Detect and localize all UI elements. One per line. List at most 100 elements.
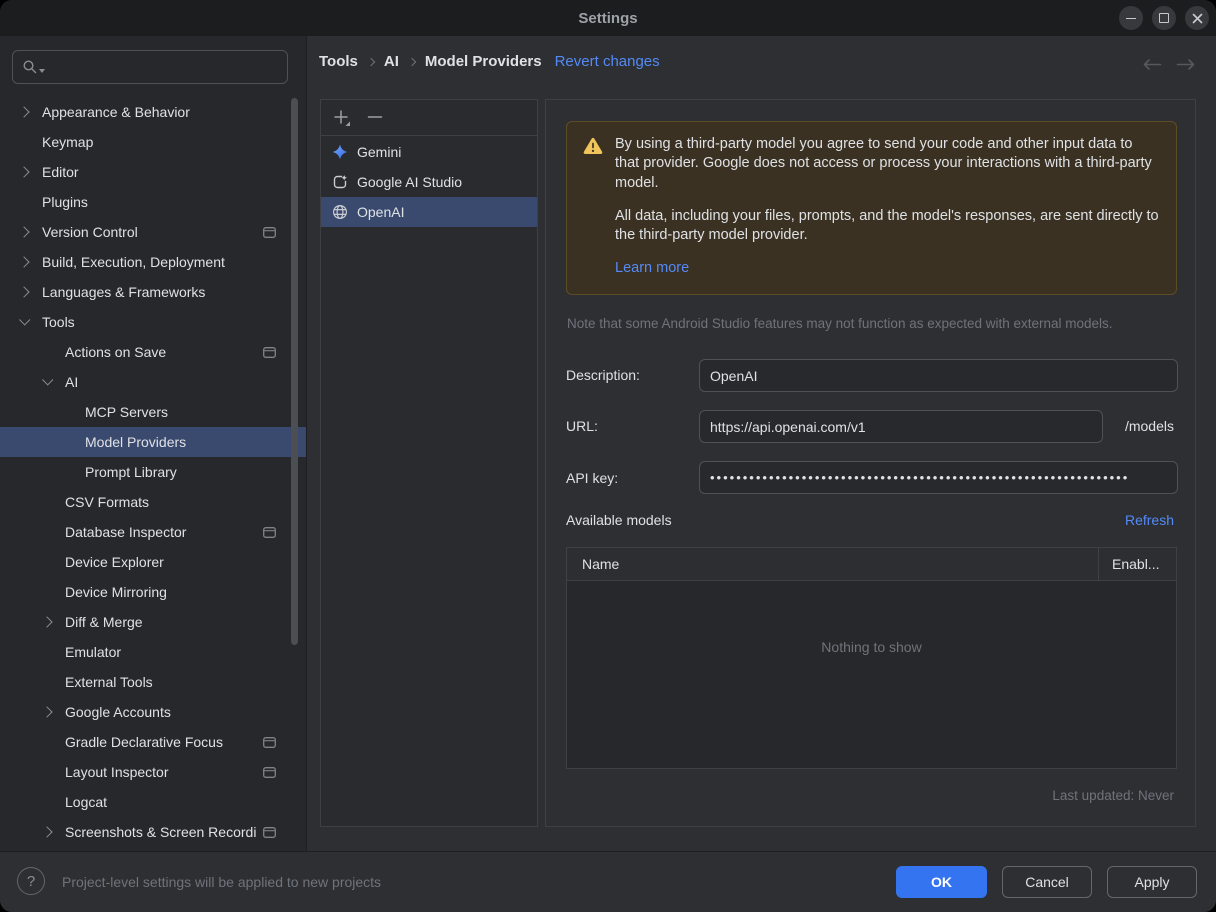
warning-paragraph-1: By using a third-party model you agree t… (615, 135, 1160, 193)
gemini-icon (332, 144, 348, 160)
sidebar-item-label: Keymap (42, 134, 93, 150)
sidebar-item-google-accounts[interactable]: Google Accounts (0, 697, 306, 727)
third-party-warning-banner: By using a third-party model you agree t… (566, 121, 1177, 295)
external-models-note: Note that some Android Studio features m… (567, 316, 1113, 331)
minus-icon (367, 109, 383, 127)
chevron-right-icon[interactable] (18, 256, 29, 267)
sidebar-item-label: Build, Execution, Deployment (42, 254, 225, 270)
chevron-right-icon[interactable] (18, 166, 29, 177)
learn-more-link[interactable]: Learn more (615, 259, 689, 278)
forward-arrow-icon[interactable] (1176, 58, 1196, 71)
search-icon (22, 59, 38, 75)
sidebar-item-appearance-behavior[interactable]: Appearance & Behavior (0, 97, 306, 127)
sidebar-item-actions-on-save[interactable]: Actions on Save (0, 337, 306, 367)
models-table-body: Nothing to show (567, 581, 1176, 768)
sidebar-item-label: Actions on Save (65, 344, 166, 360)
sidebar-item-prompt-library[interactable]: Prompt Library (0, 457, 306, 487)
chevron-right-icon[interactable] (18, 106, 29, 117)
settings-tree: Appearance & Behavior Keymap EditorPlugins… (0, 97, 306, 847)
provider-label: Gemini (357, 144, 401, 160)
chevron-slot (20, 168, 42, 176)
chevron-down-icon[interactable] (42, 374, 53, 385)
sidebar-item-mcp-servers[interactable]: MCP Servers (0, 397, 306, 427)
providers-panel: Gemini Google AI Studio OpenAI (320, 99, 538, 827)
dialog-buttons: OK Cancel Apply (896, 866, 1197, 898)
available-models-heading: Available models (566, 512, 672, 528)
sidebar-item-model-providers[interactable]: Model Providers (0, 427, 306, 457)
chevron-slot (43, 618, 65, 626)
sidebar-item-label: AI (65, 374, 78, 390)
sidebar-item-label: Layout Inspector (65, 764, 169, 780)
aistudio-icon (332, 174, 348, 190)
sidebar-item-gradle-declarative-focus[interactable]: Gradle Declarative Focus (0, 727, 306, 757)
search-input[interactable] (51, 58, 287, 76)
provider-list: Gemini Google AI Studio OpenAI (321, 136, 537, 227)
cancel-button[interactable]: Cancel (1002, 866, 1092, 898)
sidebar-item-logcat[interactable]: Logcat (0, 787, 306, 817)
settings-search-box[interactable] (12, 50, 288, 84)
chevron-right-icon[interactable] (18, 226, 29, 237)
breadcrumb-tools[interactable]: Tools (319, 53, 358, 70)
sidebar-item-plugins[interactable]: Plugins (0, 187, 306, 217)
refresh-link[interactable]: Refresh (1125, 512, 1174, 528)
sidebar-item-ai[interactable]: AI (0, 367, 306, 397)
add-provider-button[interactable] (333, 109, 351, 127)
sidebar-item-label: Appearance & Behavior (42, 104, 190, 120)
breadcrumb-ai[interactable]: AI (384, 53, 399, 70)
sidebar-item-label: Gradle Declarative Focus (65, 734, 223, 750)
sidebar-item-editor[interactable]: Editor (0, 157, 306, 187)
sidebar-item-layout-inspector[interactable]: Layout Inspector (0, 757, 306, 787)
sidebar-item-database-inspector[interactable]: Database Inspector (0, 517, 306, 547)
sidebar-item-label: Device Mirroring (65, 584, 167, 600)
sidebar-item-label: Version Control (42, 224, 138, 240)
ok-button[interactable]: OK (896, 866, 987, 898)
sidebar-item-label: Device Explorer (65, 554, 164, 570)
sidebar-item-label: Diff & Merge (65, 614, 143, 630)
window-icon (263, 767, 276, 778)
sidebar-item-build-execution-deployment[interactable]: Build, Execution, Deployment (0, 247, 306, 277)
sidebar-item-device-explorer[interactable]: Device Explorer (0, 547, 306, 577)
close-button[interactable] (1185, 6, 1209, 30)
sidebar-item-device-mirroring[interactable]: Device Mirroring (0, 577, 306, 607)
minimize-icon (1126, 18, 1136, 19)
sidebar-scrollbar-thumb[interactable] (291, 98, 298, 645)
minimize-button[interactable] (1119, 6, 1143, 30)
back-arrow-icon[interactable] (1142, 58, 1162, 71)
provider-item-openai[interactable]: OpenAI (321, 197, 537, 227)
url-field[interactable] (699, 410, 1103, 443)
sidebar-item-emulator[interactable]: Emulator (0, 637, 306, 667)
sidebar-item-label: External Tools (65, 674, 153, 690)
warning-paragraph-2: All data, including your files, prompts,… (615, 207, 1160, 246)
breadcrumb-model-providers[interactable]: Model Providers (425, 53, 542, 70)
chevron-slot (20, 228, 42, 236)
chevron-right-icon[interactable] (41, 616, 52, 627)
provider-item-google-ai-studio[interactable]: Google AI Studio (321, 167, 537, 197)
history-navigation (1142, 58, 1196, 71)
chevron-right-icon[interactable] (18, 286, 29, 297)
models-table-header: Name Enabl... (567, 548, 1176, 581)
provider-item-gemini[interactable]: Gemini (321, 137, 537, 167)
sidebar-item-label: Database Inspector (65, 524, 186, 540)
sidebar-item-tools[interactable]: Tools (0, 307, 306, 337)
content-area: Tools AI Model Providers Revert changes (307, 36, 1216, 851)
sidebar-item-external-tools[interactable]: External Tools (0, 667, 306, 697)
sidebar-item-version-control[interactable]: Version Control (0, 217, 306, 247)
chevron-down-icon[interactable] (19, 314, 30, 325)
description-field[interactable] (699, 359, 1178, 392)
sidebar-item-diff-merge[interactable]: Diff & Merge (0, 607, 306, 637)
apply-button[interactable]: Apply (1107, 866, 1197, 898)
chevron-right-icon[interactable] (41, 826, 52, 837)
api-key-field[interactable] (699, 461, 1178, 494)
sidebar-item-label: Emulator (65, 644, 121, 660)
sidebar-item-languages-frameworks[interactable]: Languages & Frameworks (0, 277, 306, 307)
sidebar-item-screenshots-screen-recordi[interactable]: Screenshots & Screen Recordi (0, 817, 306, 847)
provider-label: Google AI Studio (357, 174, 462, 190)
revert-changes-link[interactable]: Revert changes (555, 53, 660, 70)
help-button[interactable]: ? (17, 867, 45, 895)
empty-table-text: Nothing to show (821, 639, 921, 655)
maximize-button[interactable] (1152, 6, 1176, 30)
sidebar-item-csv-formats[interactable]: CSV Formats (0, 487, 306, 517)
chevron-right-icon[interactable] (41, 706, 52, 717)
remove-provider-button[interactable] (367, 109, 383, 127)
sidebar-item-keymap[interactable]: Keymap (0, 127, 306, 157)
